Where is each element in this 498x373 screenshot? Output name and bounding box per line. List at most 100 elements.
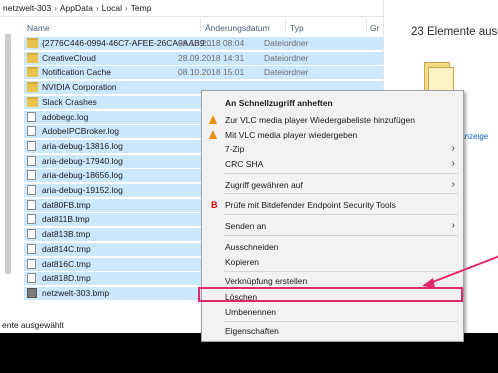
menu-item-label: Eigenschaften xyxy=(225,326,279,336)
item-count: 23 Elemente ausge xyxy=(411,26,498,38)
file-type: Dateiordner xyxy=(264,52,309,63)
column-type[interactable]: Typ xyxy=(290,23,304,33)
submenu-arrow-icon: › xyxy=(451,179,455,190)
submenu-arrow-icon: › xyxy=(451,220,455,231)
menu-item[interactable]: Senden an › xyxy=(202,220,463,233)
menu-item[interactable]: Zugriff gewähren auf › xyxy=(202,179,463,192)
nav-scrollbar[interactable] xyxy=(5,34,11,274)
menu-separator xyxy=(224,193,458,194)
menu-item[interactable]: Kopieren xyxy=(202,256,463,269)
folder-icon xyxy=(27,82,38,93)
submenu-arrow-icon: › xyxy=(451,158,455,169)
folder-icon xyxy=(27,52,38,63)
delete-highlight-box xyxy=(198,287,463,302)
column-size[interactable]: Gr xyxy=(370,23,379,33)
menu-item[interactable]: Umbenennen xyxy=(202,306,463,319)
menu-item[interactable]: B Prüfe mit Bitdefender Endpoint Security… xyxy=(202,199,463,212)
menu-item-label: 7-Zip xyxy=(225,144,245,154)
file-name: netzwelt-303.bmp xyxy=(42,287,110,298)
image-file-icon xyxy=(27,287,37,298)
file-name: NVIDIA Corporation xyxy=(42,82,117,93)
menu-item-label: Umbenennen xyxy=(225,307,277,317)
file-icon xyxy=(27,243,36,254)
file-name: aria-debug-18656.log xyxy=(42,170,123,181)
menu-separator xyxy=(224,271,458,272)
menu-item-label: Zur VLC media player Wiedergabeliste hin… xyxy=(225,115,415,125)
column-divider[interactable] xyxy=(200,18,201,32)
file-date: 08.10.2018 15:01 xyxy=(178,67,245,78)
menu-item-label: Mit VLC media player wiedergeben xyxy=(225,130,358,140)
column-date[interactable]: Änderungsdatum xyxy=(205,23,270,33)
file-icon xyxy=(27,155,36,166)
file-name: dat818D.tmp xyxy=(42,273,91,284)
column-name[interactable]: Name xyxy=(27,23,50,33)
file-name: CreativeCloud xyxy=(42,52,96,63)
menu-separator xyxy=(224,173,458,174)
column-divider[interactable] xyxy=(366,18,367,32)
file-name: aria-debug-13816.log xyxy=(42,140,123,151)
file-date: 08.10.2018 08:04 xyxy=(178,38,245,48)
column-divider[interactable] xyxy=(285,18,286,32)
menu-item-label: Kopieren xyxy=(225,257,260,267)
menu-item[interactable]: An Schnellzugriff anheften xyxy=(202,97,463,110)
menu-item[interactable]: Ausschneiden xyxy=(202,241,463,254)
menu-item-label: Verknüpfung erstellen xyxy=(225,276,308,286)
menu-item[interactable]: CRC SHA › xyxy=(202,158,463,171)
file-name: AdobeIPCBroker.log xyxy=(42,126,120,137)
status-text: ente ausgewählt xyxy=(2,320,64,330)
address-part[interactable]: Local xyxy=(102,3,122,13)
vlc-cone-icon xyxy=(208,130,218,140)
file-icon xyxy=(27,214,36,225)
file-row[interactable]: Notification Cache 08.10.2018 15:01 Dateio… xyxy=(24,66,383,80)
submenu-arrow-icon: › xyxy=(451,143,455,154)
file-name: Slack Crashes xyxy=(42,96,97,107)
menu-item-label: Senden an xyxy=(225,221,267,231)
file-icon xyxy=(27,258,36,269)
navigation-pane xyxy=(0,37,22,307)
address-bar[interactable]: netzwelt-303 › AppData › Local › Temp xyxy=(0,0,383,17)
menu-item[interactable]: 7-Zip › xyxy=(202,143,463,156)
file-name: adobegc.log xyxy=(42,111,89,122)
file-name: dat813B.tmp xyxy=(42,229,91,240)
address-part[interactable]: netzwelt-303 xyxy=(3,3,51,13)
vlc-cone-icon xyxy=(208,115,218,125)
file-icon xyxy=(27,111,36,122)
file-row[interactable]: CreativeCloud 28.09.2018 14:31 Dateiordner xyxy=(24,51,383,65)
file-name: aria-debug-17940.log xyxy=(42,155,123,166)
folder-icon xyxy=(27,67,38,78)
column-header: Name Änderungsdatum Typ Gr xyxy=(0,20,383,36)
address-part[interactable]: AppData xyxy=(60,3,93,13)
folder-icon xyxy=(27,96,38,107)
context-menu: An Schnellzugriff anheften Zur VLC media … xyxy=(201,90,464,342)
menu-item-label: Zugriff gewähren auf xyxy=(225,180,303,190)
folder-icon xyxy=(27,38,38,48)
file-name: dat816C.tmp xyxy=(42,258,91,269)
file-icon xyxy=(27,229,36,240)
file-name: dat814C.tmp xyxy=(42,243,91,254)
menu-item-label: Ausschneiden xyxy=(225,242,279,252)
file-date: 28.09.2018 14:31 xyxy=(178,52,245,63)
file-type: Dateiordner xyxy=(264,38,309,48)
menu-separator xyxy=(224,235,458,236)
chevron-right-icon: › xyxy=(124,3,128,13)
address-part[interactable]: Temp xyxy=(131,3,152,13)
file-icon xyxy=(27,199,36,210)
file-row[interactable]: {2776C446-0994-46C7-AFEE-26CA9AAB9... 08.… xyxy=(24,37,383,50)
menu-item-label: An Schnellzugriff anheften xyxy=(225,98,333,108)
menu-item[interactable]: Zur VLC media player Wiedergabeliste hin… xyxy=(202,114,463,127)
chevron-right-icon: › xyxy=(54,3,57,13)
bitdefender-icon: B xyxy=(211,200,218,210)
file-name: dat80FB.tmp xyxy=(42,199,91,210)
file-type: Dateiordner xyxy=(264,67,309,78)
file-icon xyxy=(27,273,36,284)
menu-item-label: CRC SHA xyxy=(225,159,264,169)
file-name: dat811B.tmp xyxy=(42,214,90,225)
file-icon xyxy=(27,185,36,195)
file-name: aria-debug-19152.log xyxy=(42,185,123,195)
menu-item[interactable]: Mit VLC media player wiedergeben xyxy=(202,129,463,142)
file-name: Notification Cache xyxy=(42,67,111,78)
menu-item[interactable]: Eigenschaften xyxy=(202,325,463,338)
menu-separator xyxy=(224,214,458,215)
file-icon xyxy=(27,140,36,151)
file-icon xyxy=(27,126,36,137)
